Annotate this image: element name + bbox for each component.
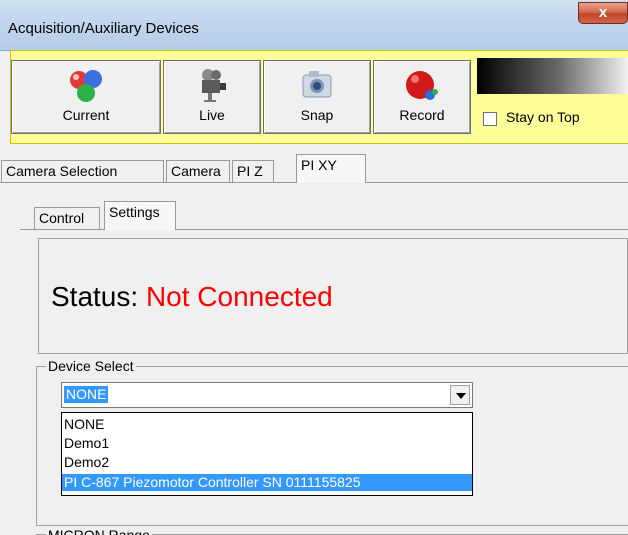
window-title: Acquisition/Auxiliary Devices <box>8 20 199 37</box>
tab-pi-xy[interactable]: PI XY <box>296 154 366 183</box>
tab-camera-selection[interactable]: Camera Selection <box>1 160 164 182</box>
record-icon <box>406 71 438 100</box>
live-button[interactable]: Live <box>163 60 261 134</box>
stay-on-top-checkbox[interactable] <box>483 112 497 126</box>
status-text: Status: Not Connected <box>51 281 333 313</box>
main-tab-strip: Camera Selection Camera PI Z PI XY <box>0 142 628 183</box>
acquisition-window: Acquisition/Auxiliary Devices x Current … <box>0 0 628 535</box>
chevron-down-icon[interactable] <box>450 385 470 405</box>
intensity-gradient <box>477 58 628 94</box>
close-button[interactable]: x <box>578 2 628 24</box>
status-value: Not Connected <box>145 281 333 312</box>
current-button[interactable]: Current <box>11 60 161 134</box>
tab-pi-z[interactable]: PI Z <box>232 160 274 182</box>
colored-balls-icon <box>70 70 102 102</box>
video-camera-icon <box>202 69 226 102</box>
tab-camera[interactable]: Camera <box>166 160 230 182</box>
snap-label: Snap <box>300 107 334 123</box>
stay-on-top-label: Stay on Top <box>506 109 580 125</box>
dropdown-option[interactable]: Demo2 <box>62 454 472 471</box>
title-bar[interactable]: Acquisition/Auxiliary Devices x <box>0 0 628 51</box>
record-button[interactable]: Record <box>373 60 471 134</box>
snap-button[interactable]: Snap <box>263 60 371 134</box>
status-label: Status: <box>51 281 139 312</box>
camera-icon <box>302 71 332 98</box>
device-dropdown-list[interactable]: NONE Demo1 Demo2 PI C-867 Piezomotor Con… <box>61 412 473 496</box>
device-select-title: Device Select <box>46 358 136 374</box>
dropdown-option[interactable]: Demo1 <box>62 435 472 452</box>
dropdown-option[interactable]: NONE <box>62 416 472 433</box>
device-select-combo[interactable]: NONE <box>61 382 473 408</box>
micron-range-title: MICRON Range <box>46 527 152 535</box>
device-select-value: NONE <box>64 386 109 403</box>
subtab-control[interactable]: Control <box>34 207 100 229</box>
current-label: Current <box>62 107 110 123</box>
status-box: Status: Not Connected <box>38 238 628 354</box>
live-label: Live <box>199 107 225 123</box>
record-label: Record <box>399 107 445 123</box>
subtab-settings[interactable]: Settings <box>104 201 176 230</box>
dropdown-option-highlighted[interactable]: PI C-867 Piezomotor Controller SN 011115… <box>62 474 472 491</box>
